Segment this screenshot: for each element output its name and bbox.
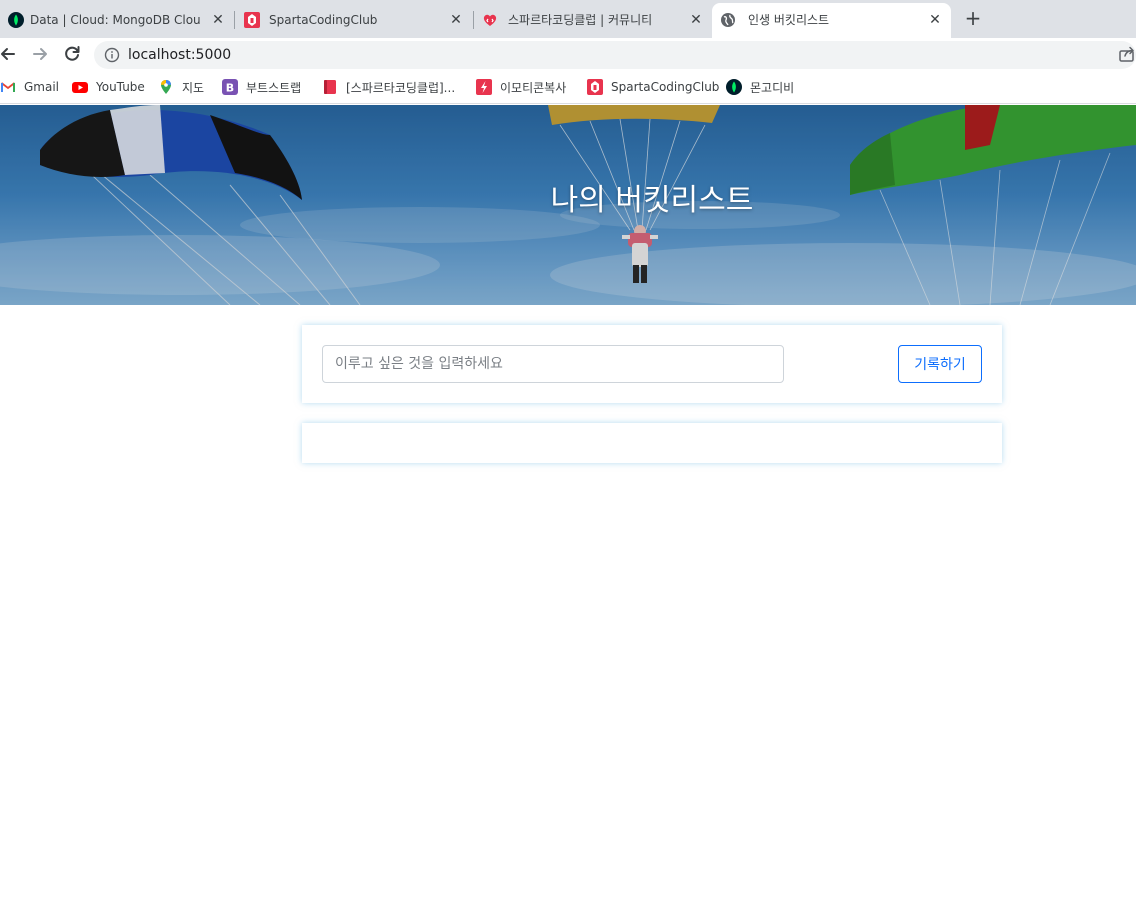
reload-icon[interactable] xyxy=(62,44,82,64)
tab-community[interactable]: 스파르타코딩클럽 | 커뮤니티 ✕ xyxy=(474,3,712,38)
bucket-form-card: 기록하기 xyxy=(302,325,1002,403)
bookmark-label: Gmail xyxy=(24,80,60,94)
bookmark-spartacodingclub[interactable]: SpartaCodingClub xyxy=(587,78,719,96)
bucket-input[interactable] xyxy=(322,345,784,383)
bookmark-label: 부트스트랩 xyxy=(246,80,302,95)
tab-strip: Data | Cloud: MongoDB Cloud ✕ SpartaCodi… xyxy=(0,0,1136,38)
back-arrow-icon[interactable] xyxy=(0,44,18,64)
book-icon xyxy=(324,80,336,94)
info-icon[interactable] xyxy=(104,47,120,63)
address-url[interactable]: localhost:5000 xyxy=(128,47,231,63)
gmail-icon xyxy=(0,82,16,92)
bookmark-mongodb[interactable]: 몬고디비 xyxy=(726,78,794,96)
page-title: 나의 버킷리스트 xyxy=(550,183,754,218)
mongodb-leaf-icon xyxy=(726,79,742,95)
globe-icon xyxy=(721,13,735,27)
bookmark-label: SpartaCodingClub xyxy=(611,80,720,94)
tab-mongodb-cloud[interactable]: Data | Cloud: MongoDB Cloud ✕ xyxy=(0,3,236,38)
tab-divider xyxy=(234,11,235,29)
tab-spartacodingclub[interactable]: SpartaCodingClub ✕ xyxy=(236,3,474,38)
maps-pin-icon xyxy=(161,80,171,94)
bookmark-label: 몬고디비 xyxy=(750,80,795,95)
bookmark-sparta-notes[interactable]: [스파르타코딩클럽]... xyxy=(322,78,455,96)
address-bar[interactable]: localhost:5000 xyxy=(94,41,1136,69)
close-icon[interactable]: ✕ xyxy=(210,12,226,28)
hero-banner: 나의 버킷리스트 xyxy=(0,105,1136,305)
youtube-icon xyxy=(72,82,88,93)
close-icon[interactable]: ✕ xyxy=(448,12,464,28)
bookmarks-bar: Gmail YouTube 지도 B 부트스트랩 [스파르타코딩클럽]... 이… xyxy=(0,70,1136,104)
bookmark-label: 지도 xyxy=(182,80,205,95)
bookmark-label: [스파르타코딩클럽]... xyxy=(346,80,456,95)
share-icon[interactable] xyxy=(1118,45,1136,63)
community-heart-icon xyxy=(483,14,497,26)
bookmark-emoticon[interactable]: 이모티콘복사 xyxy=(476,78,566,96)
bookmark-label: YouTube xyxy=(96,80,145,94)
bookmark-gmail[interactable]: Gmail xyxy=(0,78,59,96)
spartacodingclub-icon xyxy=(244,12,260,28)
tab-bucket-list[interactable]: 인생 버킷리스트 ✕ xyxy=(712,3,951,38)
save-bucket-button[interactable]: 기록하기 xyxy=(898,345,982,383)
close-icon[interactable]: ✕ xyxy=(927,12,943,28)
emoticon-bolt-icon xyxy=(476,79,492,95)
tab-title: 스파르타코딩클럽 | 커뮤니티 xyxy=(508,13,653,27)
bookmark-youtube[interactable]: YouTube xyxy=(72,78,145,96)
bookmark-bootstrap[interactable]: B 부트스트랩 xyxy=(222,78,301,96)
tab-title: SpartaCodingClub xyxy=(269,13,378,27)
tab-title: 인생 버킷리스트 xyxy=(748,13,830,27)
bootstrap-icon: B xyxy=(222,79,238,95)
browser-toolbar: localhost:5000 xyxy=(0,38,1136,70)
bookmark-label: 이모티콘복사 xyxy=(500,80,567,95)
forward-arrow-icon[interactable] xyxy=(30,44,50,64)
tab-title: Data | Cloud: MongoDB Cloud xyxy=(30,13,200,27)
mongodb-leaf-icon xyxy=(8,12,24,28)
spartacodingclub-icon xyxy=(587,79,603,95)
new-tab-button[interactable]: + xyxy=(962,8,984,30)
bucket-list-card xyxy=(302,423,1002,463)
svg-text:B: B xyxy=(226,82,234,95)
close-icon[interactable]: ✕ xyxy=(688,12,704,28)
bookmark-maps[interactable]: 지도 xyxy=(158,78,204,96)
